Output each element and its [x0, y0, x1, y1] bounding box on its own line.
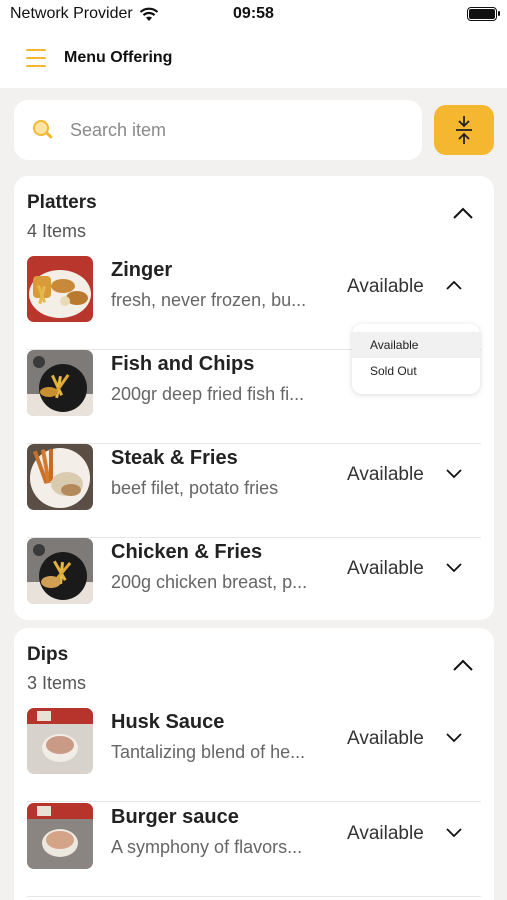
- status-bar: Network Provider 09:58: [0, 0, 507, 28]
- item-description: fresh, never frozen, bu...: [111, 290, 307, 310]
- item-name: Burger sauce: [111, 806, 239, 828]
- category-count: 4 Items: [27, 221, 87, 241]
- search-box[interactable]: [14, 100, 422, 160]
- status-select[interactable]: Available: [347, 728, 424, 750]
- chevron-up-icon[interactable]: [445, 278, 463, 292]
- list-item[interactable]: Chicken & Fries 200g chicken breast, p..…: [27, 538, 481, 632]
- search-input[interactable]: [70, 119, 390, 141]
- chevron-up-icon[interactable]: [452, 658, 474, 672]
- dropdown-option-sold-out[interactable]: Sold Out: [352, 358, 480, 384]
- divider: [27, 801, 481, 802]
- app-bar: Menu Offering: [0, 28, 507, 88]
- collapse-all-button[interactable]: [434, 105, 494, 155]
- item-image-steak-and-fries: [27, 444, 93, 510]
- list-item[interactable]: Husk Sauce Tantalizing blend of he... Av…: [27, 708, 481, 802]
- category-header[interactable]: Dips 3 Items: [14, 628, 494, 698]
- category-card-dips: Dips 3 Items Husk Sauce Tantalizing blen…: [14, 628, 494, 900]
- chevron-down-icon[interactable]: [445, 825, 463, 839]
- list-item[interactable]: Steak & Fries beef filet, potato fries A…: [27, 444, 481, 538]
- status-select[interactable]: Available: [347, 823, 424, 845]
- item-description: A symphony of flavors...: [111, 837, 303, 857]
- page-title: Menu Offering: [64, 49, 173, 66]
- item-image-fish-and-chips: [27, 350, 93, 416]
- item-name: Zinger: [111, 259, 173, 281]
- item-description: Tantalizing blend of he...: [111, 742, 306, 762]
- search-row: [14, 100, 494, 160]
- status-select[interactable]: Available: [347, 276, 424, 298]
- item-name: Husk Sauce: [111, 711, 225, 733]
- category-name: Platters: [27, 192, 97, 213]
- search-icon: [32, 119, 54, 141]
- item-description: 200g chicken breast, p...: [111, 572, 308, 592]
- item-image-zinger: [27, 256, 93, 322]
- category-card-platters: Platters 4 Items Zinger fresh, never fro…: [14, 176, 494, 620]
- chevron-down-icon[interactable]: [445, 466, 463, 480]
- item-image-burger-sauce: [27, 803, 93, 869]
- chevron-up-icon[interactable]: [452, 206, 474, 220]
- item-description: beef filet, potato fries: [111, 478, 279, 498]
- category-count: 3 Items: [27, 673, 87, 693]
- divider: [27, 896, 481, 897]
- status-select[interactable]: Available: [347, 558, 424, 580]
- battery-icon: [467, 7, 500, 21]
- network-provider-label: Network Provider: [10, 5, 133, 22]
- network-provider: Network Provider: [10, 5, 159, 23]
- item-image-chicken-and-fries: [27, 538, 93, 604]
- item-image-husk-sauce: [27, 708, 93, 774]
- item-name: Steak & Fries: [111, 447, 238, 469]
- item-description: 200gr deep fried fish fi...: [111, 384, 305, 404]
- item-name: Chicken & Fries: [111, 541, 263, 563]
- chevron-down-icon[interactable]: [445, 560, 463, 574]
- menu-icon[interactable]: [26, 49, 46, 67]
- category-name: Dips: [27, 644, 69, 665]
- dropdown-option-available[interactable]: Available: [352, 332, 480, 358]
- status-select[interactable]: Available: [347, 464, 424, 486]
- list-item[interactable]: Burger sauce A symphony of flavors... Av…: [27, 803, 481, 897]
- status-dropdown-menu: Available Sold Out: [352, 324, 480, 394]
- wifi-icon: [139, 7, 158, 21]
- item-name: Fish and Chips: [111, 353, 255, 375]
- category-header[interactable]: Platters 4 Items: [14, 176, 494, 246]
- collapse-icon: [456, 116, 472, 144]
- chevron-down-icon[interactable]: [445, 730, 463, 744]
